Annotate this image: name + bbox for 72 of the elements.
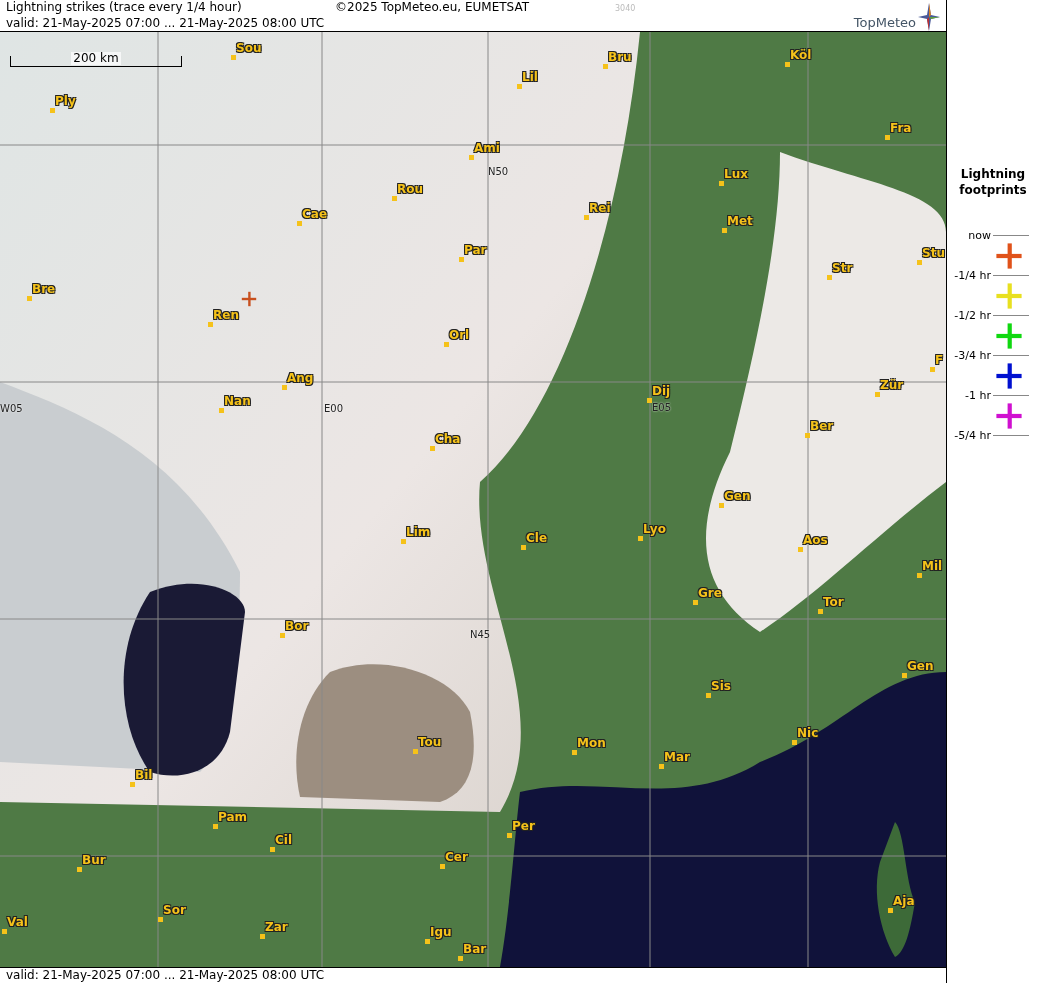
- city-label: Bre: [32, 283, 56, 296]
- city-label: Par: [464, 244, 487, 257]
- city-label: Aja: [893, 895, 915, 908]
- city-label: Zür: [880, 379, 904, 392]
- legend-time-label: -1/4 hr: [953, 268, 992, 282]
- city-label: Zar: [265, 921, 288, 934]
- city-label: Igu: [430, 926, 452, 939]
- city-label: Tor: [823, 596, 844, 609]
- city-label: Mar: [664, 751, 690, 764]
- grid-label: E00: [324, 403, 344, 414]
- city-label: Cha: [435, 433, 461, 446]
- city-label: Cer: [445, 851, 468, 864]
- legend-title: Lightning footprints: [958, 166, 1028, 198]
- city-label: Sor: [163, 904, 186, 917]
- city-label: Lil: [522, 71, 538, 84]
- city-label: Ami: [474, 142, 500, 155]
- legend-time-label: now: [967, 228, 992, 242]
- city-label: Rou: [397, 183, 424, 196]
- city-label: Val: [7, 916, 28, 929]
- city-label: Per: [512, 820, 535, 833]
- compass-star-icon: [918, 3, 940, 31]
- city-label: Ang: [287, 372, 314, 385]
- valid-time: valid: 21-May-2025 07:00 ... 21-May-2025 08:00 UTC: [6, 15, 325, 31]
- city-label: Lim: [406, 526, 431, 539]
- city-label: Nan: [224, 395, 251, 408]
- grid-label: E05: [652, 402, 672, 413]
- city-label: Sou: [236, 42, 262, 55]
- city-label: Nic: [797, 727, 819, 740]
- city-label: Pam: [218, 811, 248, 824]
- city-label: Rei: [589, 202, 611, 215]
- city-label: Mil: [922, 560, 943, 573]
- city-label: Bor: [285, 620, 309, 633]
- scale-label: 200 km: [71, 52, 121, 65]
- city-label: Dij: [652, 385, 671, 398]
- city-label: Cle: [526, 532, 548, 545]
- logo-text: TopMeteo: [853, 15, 916, 30]
- city-label: Cae: [302, 208, 328, 221]
- image-code: 3040: [615, 4, 636, 13]
- city-label: Orl: [449, 329, 470, 342]
- city-label: Tou: [418, 736, 442, 749]
- city-label: Gen: [724, 490, 751, 503]
- city-label: Met: [727, 215, 753, 228]
- city-label: Gen: [907, 660, 934, 673]
- city-label: F: [935, 354, 944, 367]
- city-label: Aos: [803, 534, 828, 547]
- city-label: Bru: [608, 51, 632, 64]
- copyright-text: ©2025 TopMeteo.eu, EUMETSAT: [335, 0, 531, 15]
- legend-time-label: -5/4 hr: [953, 428, 992, 442]
- grid-label: N45: [470, 629, 491, 640]
- city-label: Lux: [724, 168, 748, 181]
- city-label: Ren: [213, 309, 239, 322]
- city-label: Bar: [463, 943, 487, 956]
- legend-time-label: -3/4 hr: [953, 348, 992, 362]
- city-label: Str: [832, 262, 853, 275]
- city-label: Lyo: [643, 523, 666, 536]
- city-label: Sis: [711, 680, 731, 693]
- legend-time-label: -1 hr: [964, 388, 992, 402]
- city-label: Stu: [922, 247, 945, 260]
- valid-time: valid: 21-May-2025 07:00 ... 21-May-2025 08:00 UTC: [6, 967, 325, 983]
- city-label: Fra: [890, 122, 912, 135]
- city-label: Köl: [790, 49, 812, 62]
- map-title: Lightning strikes (trace every 1/4 hour): [6, 0, 243, 15]
- grid-label: N50: [488, 166, 509, 177]
- grid-label: W05: [0, 403, 23, 414]
- city-label: Cil: [275, 834, 293, 847]
- city-label: Bur: [82, 854, 106, 867]
- city-label: Gre: [698, 587, 722, 600]
- legend-time-label: -1/2 hr: [953, 308, 992, 322]
- city-label: Mon: [577, 737, 606, 750]
- city-label: Ber: [810, 420, 834, 433]
- city-label: Ply: [55, 95, 76, 108]
- city-label: Bil: [135, 769, 153, 782]
